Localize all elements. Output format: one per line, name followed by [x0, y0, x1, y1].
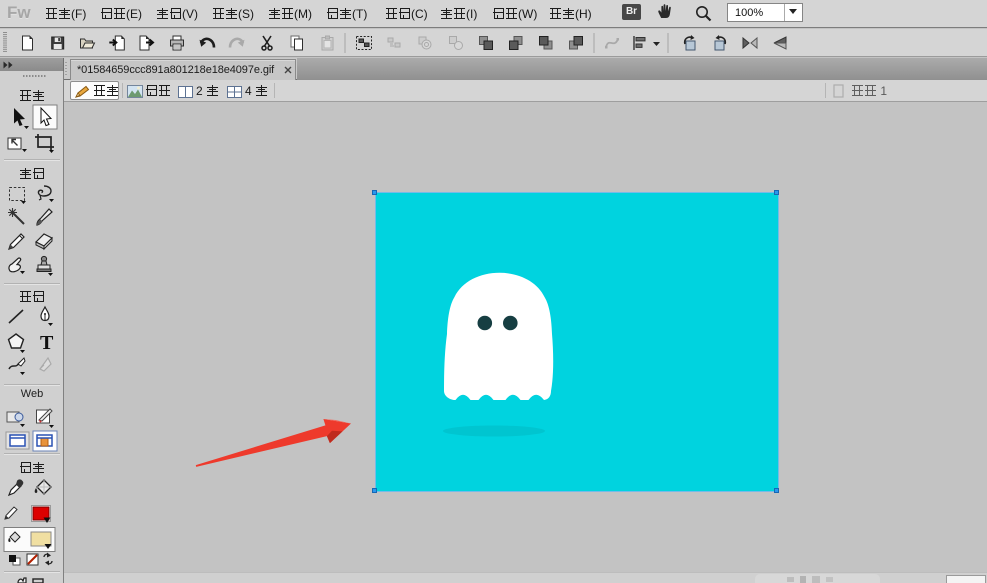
svg-text:T: T — [40, 332, 54, 354]
